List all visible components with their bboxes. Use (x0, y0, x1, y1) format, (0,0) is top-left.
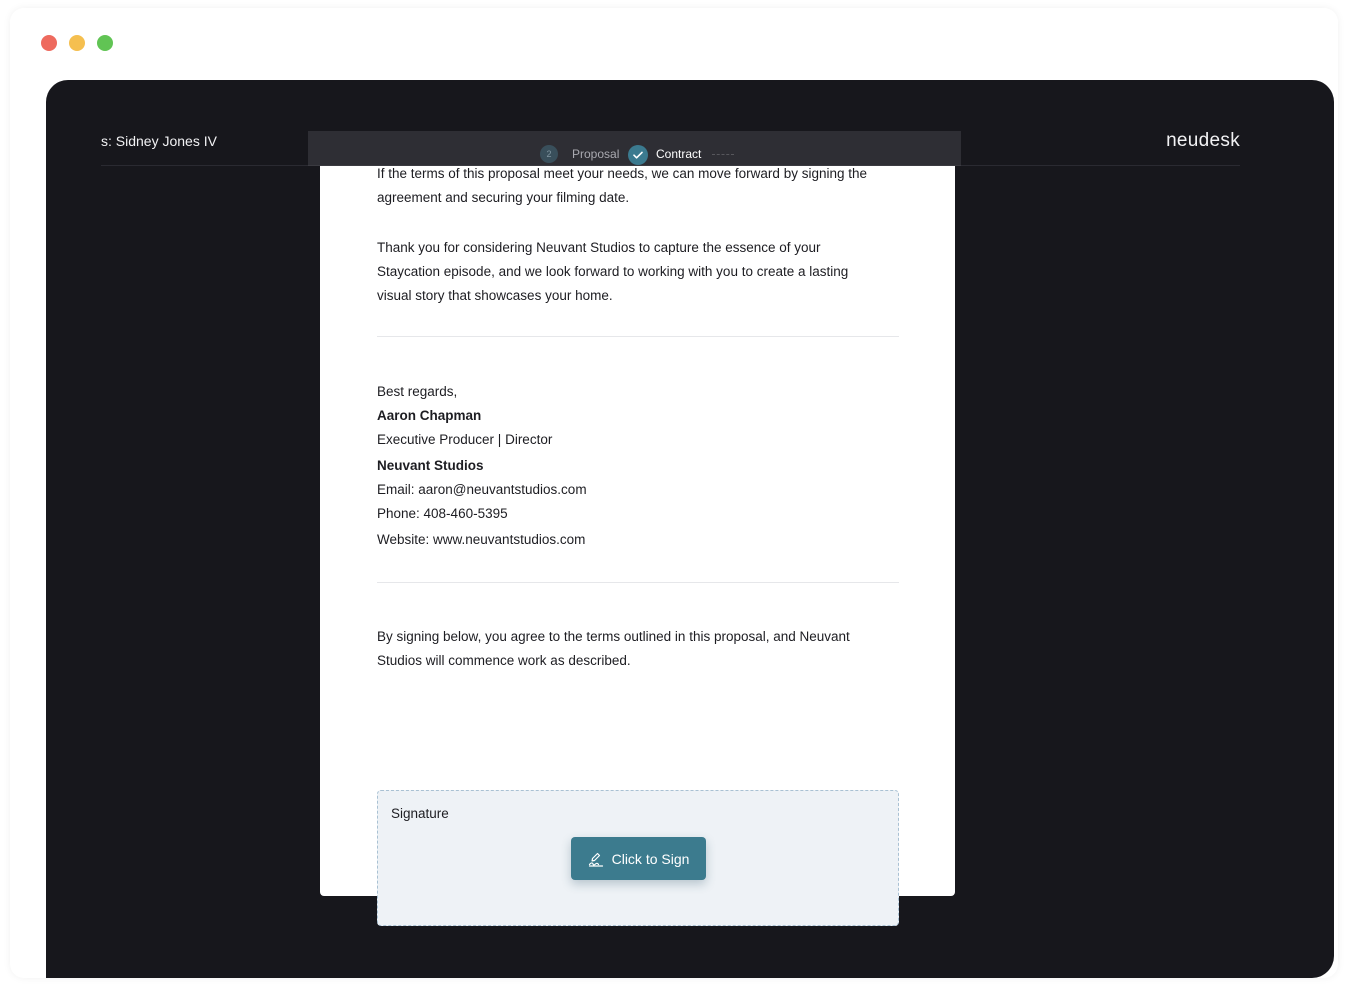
section-divider (377, 582, 899, 583)
brand-logo: neudesk (1166, 130, 1240, 151)
signature-label: Signature (391, 806, 449, 821)
agreement-paragraph: By signing below, you agree to the terms… (377, 625, 899, 673)
agreement-line: By signing below, you agree to the terms… (377, 629, 850, 644)
signature-block: Best regards, Aaron Chapman Executive Pr… (377, 380, 899, 552)
step-connector (712, 154, 734, 155)
app-viewport: s: Sidney Jones IV neudesk If the terms … (46, 80, 1334, 978)
close-window-button[interactable] (41, 35, 57, 51)
click-to-sign-button[interactable]: Click to Sign (571, 837, 706, 880)
thanks-line: visual story that showcases your home. (377, 288, 613, 303)
agreement-line: Studios will commence work as described. (377, 653, 631, 668)
checkmark-icon (628, 145, 648, 165)
section-divider (377, 336, 899, 337)
progress-stepper: 2 Proposal Contract (308, 131, 961, 166)
minimize-window-button[interactable] (69, 35, 85, 51)
thanks-line: Thank you for considering Neuvant Studio… (377, 240, 821, 255)
contract-document: If the terms of this proposal meet your … (320, 166, 955, 926)
contact-phone: Phone: 408-460-5395 (377, 506, 508, 521)
title-bar (10, 8, 1338, 80)
contact-website: Website: www.neuvantstudios.com (377, 532, 586, 547)
click-to-sign-label: Click to Sign (611, 850, 690, 867)
browser-window: s: Sidney Jones IV neudesk If the terms … (10, 8, 1338, 978)
intro-paragraph: If the terms of this proposal meet your … (377, 162, 899, 210)
company-name: Neuvant Studios (377, 458, 484, 473)
sender-name: Aaron Chapman (377, 408, 482, 423)
step-contract[interactable]: Contract (656, 147, 701, 161)
client-name: s: Sidney Jones IV (101, 133, 217, 149)
intro-line: agreement and securing your filming date… (377, 190, 630, 205)
closing-text: Best regards, (377, 384, 458, 399)
signature-pen-icon (588, 851, 604, 867)
step-number-badge: 2 (540, 145, 558, 163)
thanks-line: Staycation episode, and we look forward … (377, 264, 849, 279)
contact-email: Email: aaron@neuvantstudios.com (377, 482, 587, 497)
thanks-paragraph: Thank you for considering Neuvant Studio… (377, 236, 899, 308)
signature-field[interactable]: Signature Click to Sign (377, 790, 899, 926)
step-proposal[interactable]: Proposal (572, 147, 619, 161)
maximize-window-button[interactable] (97, 35, 113, 51)
sender-title: Executive Producer | Director (377, 432, 553, 447)
